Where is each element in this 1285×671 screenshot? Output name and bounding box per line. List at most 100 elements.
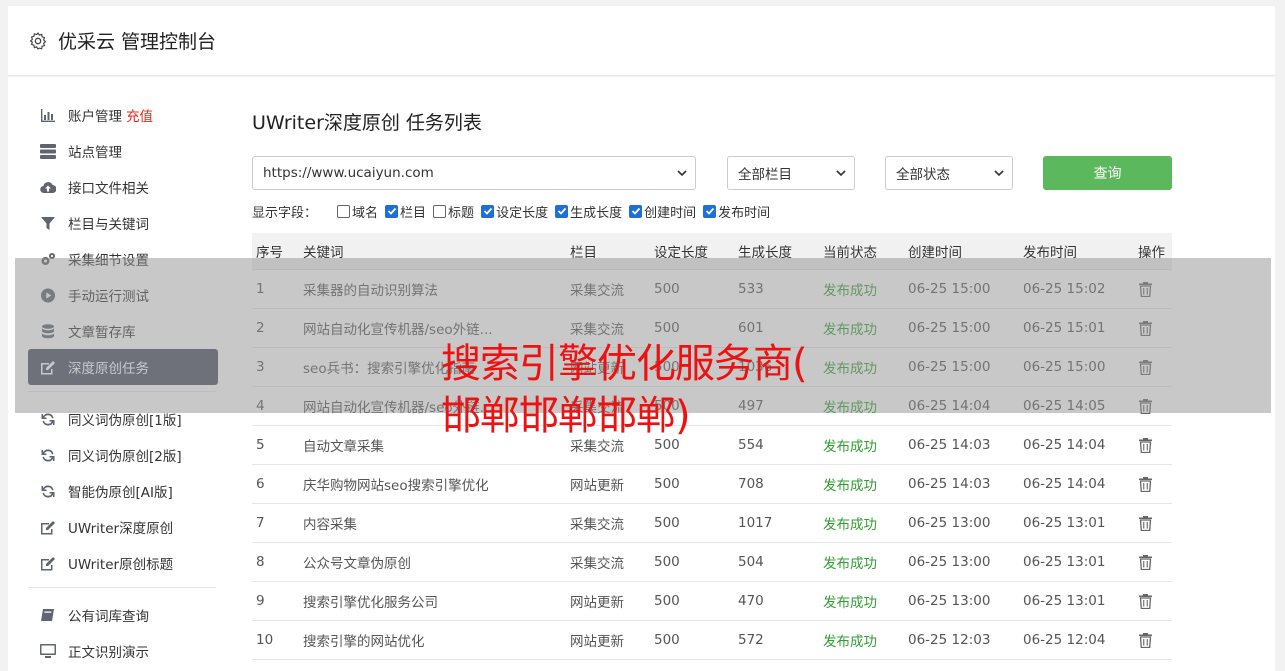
table-cell: 10 xyxy=(256,632,274,648)
table-cell: 采集交流 xyxy=(570,556,624,572)
table-cell: 06-25 13:01 xyxy=(1023,593,1106,609)
status-text: 发布成功 xyxy=(823,634,877,650)
status-text: 发布成功 xyxy=(823,478,877,494)
sidebar-item-uwriter-title[interactable]: UWriter原创标题 xyxy=(28,545,218,581)
delete-button[interactable] xyxy=(1138,504,1153,542)
sidebar-item-interface-files[interactable]: 接口文件相关 xyxy=(28,169,218,205)
chevron-down-icon xyxy=(677,170,687,177)
table-cell: 06-25 12:03 xyxy=(908,632,991,648)
sidebar-item-sites[interactable]: 站点管理 xyxy=(28,133,218,169)
sidebar-item-label: 正文识别演示 xyxy=(68,645,149,661)
column-select[interactable]: 全部栏目 xyxy=(727,156,855,190)
delete-button[interactable] xyxy=(1138,465,1153,503)
table-cell: 搜索引擎的网站优化 xyxy=(303,634,425,650)
sidebar-item-label: 接口文件相关 xyxy=(68,181,149,197)
site-select[interactable]: https://www.ucaiyun.com xyxy=(252,156,696,190)
sidebar-item-label: 智能伪原创[AI版] xyxy=(68,485,173,501)
sidebar-item-uwriter-deep[interactable]: UWriter深度原创 xyxy=(28,509,218,545)
watermark-line: 邯郸邯郸邯郸) xyxy=(441,393,691,439)
refresh-icon xyxy=(39,484,56,499)
app-title: 优采云 管理控制台 xyxy=(58,31,217,53)
status-text: 发布成功 xyxy=(823,556,877,572)
table-cell: 搜索引擎优化服务公司 xyxy=(303,595,438,611)
status-text: 发布成功 xyxy=(823,517,877,533)
trash-icon xyxy=(1139,438,1152,453)
table-cell: 06-25 12:04 xyxy=(1023,632,1106,648)
table-cell: 7 xyxy=(256,515,265,531)
table-cell: 内容采集 xyxy=(303,517,357,533)
sidebar-item-text-recognition[interactable]: 正文识别演示 xyxy=(28,633,218,669)
sidebar-item-label: 公有词库查询 xyxy=(68,609,149,625)
table-row: 10 搜索引擎的网站优化 网站更新 500 572 发布成功 06-25 12:03 06-2… xyxy=(252,621,1172,660)
recharge-link[interactable]: 充值 xyxy=(126,105,153,125)
column-select-value: 全部栏目 xyxy=(738,167,792,183)
table-cell: 500 xyxy=(654,476,680,492)
table-cell: 1017 xyxy=(738,515,773,531)
table-cell: 06-25 13:00 xyxy=(908,593,991,609)
watermark-line: 搜索引擎优化服务商( xyxy=(441,341,808,387)
delete-button[interactable] xyxy=(1138,426,1153,464)
table-cell: 06-25 13:01 xyxy=(1023,554,1106,570)
status-text: 发布成功 xyxy=(823,595,877,611)
table-cell: 公众号文章伪原创 xyxy=(303,556,411,572)
delete-button[interactable] xyxy=(1138,582,1153,620)
table-cell: 8 xyxy=(256,554,265,570)
edit-icon xyxy=(39,520,56,535)
table-cell: 572 xyxy=(738,632,764,648)
sidebar-item-label: 站点管理 xyxy=(68,145,122,161)
delete-button[interactable] xyxy=(1138,543,1153,581)
table-cell: 504 xyxy=(738,554,764,570)
table-cell: 采集交流 xyxy=(570,517,624,533)
query-button[interactable]: 查询 xyxy=(1043,156,1172,190)
table-row: 6 庆华购物网站seo搜索引擎优化 网站更新 500 708 发布成功 06-25 14:0… xyxy=(252,465,1172,504)
table-cell: 网站更新 xyxy=(570,595,624,611)
field-checkbox-publish-time[interactable]: 发布时间 xyxy=(703,202,770,221)
table-cell: 06-25 14:03 xyxy=(908,476,991,492)
sidebar-item-synonym-v2[interactable]: 同义词伪原创[2版] xyxy=(28,437,218,473)
sidebar-divider xyxy=(28,587,216,588)
field-checkbox-domain[interactable]: 域名 xyxy=(337,202,378,221)
filter-bar: https://www.ucaiyun.com 全部栏目 全部状态 查询 xyxy=(252,156,1172,190)
table-cell: 庆华购物网站seo搜索引擎优化 xyxy=(303,478,489,494)
status-select[interactable]: 全部状态 xyxy=(885,156,1013,190)
sidebar-item-label: 账户管理 xyxy=(68,109,122,125)
table-cell: 网站更新 xyxy=(570,478,624,494)
bar-chart-icon xyxy=(39,108,56,123)
table-cell: 06-25 14:04 xyxy=(1023,437,1106,453)
refresh-icon xyxy=(39,448,56,463)
field-checkbox-set-length[interactable]: 设定长度 xyxy=(481,202,548,221)
table-cell: 500 xyxy=(654,515,680,531)
field-checkbox-create-time[interactable]: 创建时间 xyxy=(629,202,696,221)
table-cell: 自动文章采集 xyxy=(303,439,384,455)
field-checkbox-title[interactable]: 标题 xyxy=(433,202,474,221)
delete-button[interactable] xyxy=(1138,621,1153,659)
table-cell: 06-25 13:00 xyxy=(908,515,991,531)
sidebar-item-public-lexicon[interactable]: 公有词库查询 xyxy=(28,597,218,633)
server-icon xyxy=(39,143,56,159)
sidebar-item-columns-keywords[interactable]: 栏目与关键词 xyxy=(28,205,218,241)
page-title: UWriter深度原创 任务列表 xyxy=(252,112,482,134)
table-cell: 708 xyxy=(738,476,764,492)
sidebar-item-account[interactable]: 账户管理 充值 xyxy=(28,97,218,133)
book-icon xyxy=(39,608,56,623)
field-checkbox-gen-length[interactable]: 生成长度 xyxy=(555,202,622,221)
table-cell: 06-25 13:00 xyxy=(908,554,991,570)
table-cell: 5 xyxy=(256,437,265,453)
chevron-down-icon xyxy=(994,170,1004,177)
field-checkbox-column[interactable]: 栏目 xyxy=(385,202,426,221)
table-cell: 500 xyxy=(654,593,680,609)
monitor-icon xyxy=(39,643,56,659)
cloud-upload-icon xyxy=(39,180,56,195)
table-row: 8 公众号文章伪原创 采集交流 500 504 发布成功 06-25 13:00 06-25 … xyxy=(252,543,1172,582)
sidebar-item-ai-rewrite[interactable]: 智能伪原创[AI版] xyxy=(28,473,218,509)
table-cell: 06-25 14:03 xyxy=(908,437,991,453)
sidebar-item-label: 同义词伪原创[2版] xyxy=(68,449,182,465)
status-select-value: 全部状态 xyxy=(896,167,950,183)
sidebar-item-label: UWriter原创标题 xyxy=(68,557,174,573)
site-select-value: https://www.ucaiyun.com xyxy=(263,165,434,181)
watermark-text: 搜索引擎优化服务商( 邯郸邯郸邯郸) xyxy=(441,338,871,442)
table-cell: 470 xyxy=(738,593,764,609)
trash-icon xyxy=(1139,516,1152,531)
table-row: 9 搜索引擎优化服务公司 网站更新 500 470 发布成功 06-25 13:00 06-2… xyxy=(252,582,1172,621)
filter-icon xyxy=(39,216,56,231)
